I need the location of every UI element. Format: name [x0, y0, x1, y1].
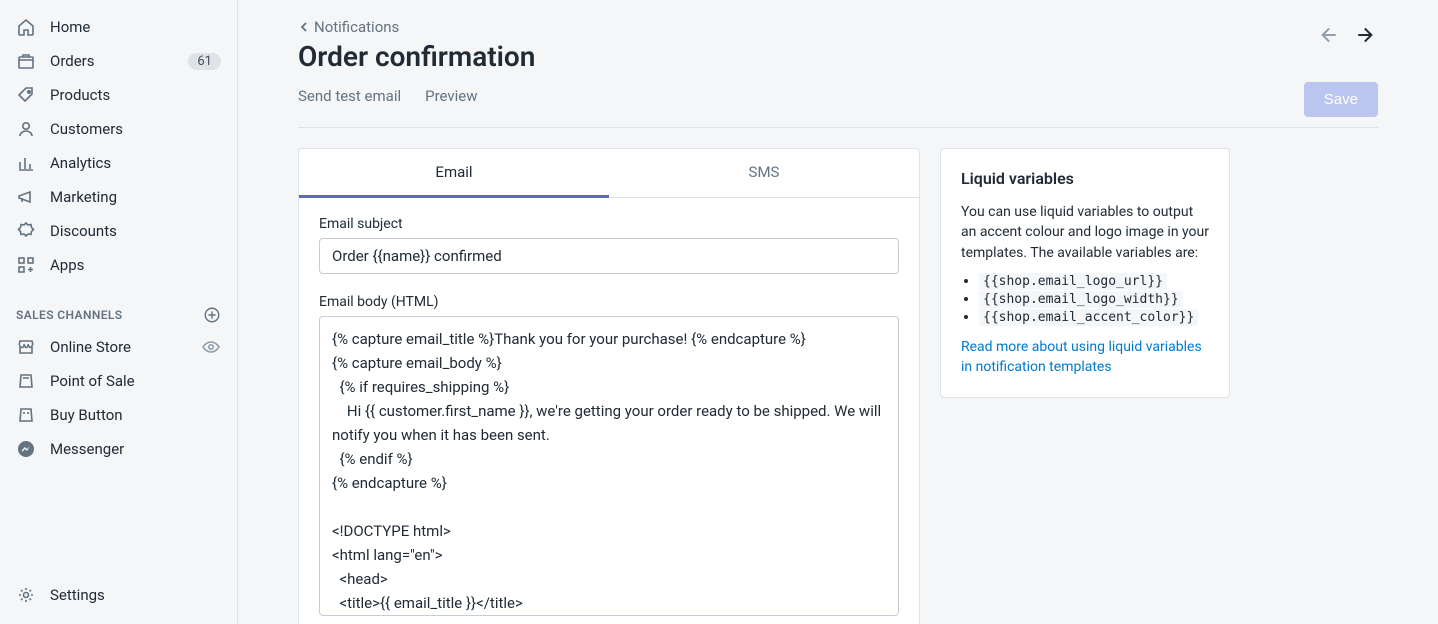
- sidebar-item-apps[interactable]: Apps: [0, 248, 237, 282]
- sidebar-item-marketing[interactable]: Marketing: [0, 180, 237, 214]
- page-title: Order confirmation: [298, 40, 1304, 73]
- sidebar-item-products[interactable]: Products: [0, 78, 237, 112]
- buy-button-icon: [16, 405, 36, 425]
- sidebar-item-label: Products: [50, 86, 221, 104]
- orders-badge: 61: [188, 53, 221, 70]
- customers-icon: [16, 119, 36, 139]
- products-icon: [16, 85, 36, 105]
- discounts-icon: [16, 221, 36, 241]
- breadcrumb[interactable]: Notifications: [298, 18, 399, 36]
- editor-card: Email SMS Email subject Email body (HTML…: [298, 148, 920, 624]
- sales-channels-header: SALES CHANNELS: [0, 298, 237, 330]
- analytics-icon: [16, 153, 36, 173]
- sidebar-item-analytics[interactable]: Analytics: [0, 146, 237, 180]
- sidebar-item-customers[interactable]: Customers: [0, 112, 237, 146]
- sidebar-item-label: Buy Button: [50, 406, 221, 424]
- save-button[interactable]: Save: [1304, 82, 1378, 117]
- sidebar-item-label: Analytics: [50, 154, 221, 172]
- liquid-desc: You can use liquid variables to output a…: [961, 202, 1209, 263]
- liquid-var-item: {{shop.email_logo_url}}: [979, 273, 1209, 289]
- sidebar: Home Orders 61 Products Customers: [0, 0, 238, 624]
- body-label: Email body (HTML): [319, 294, 899, 310]
- tab-sms[interactable]: SMS: [609, 149, 919, 197]
- primary-nav: Home Orders 61 Products Customers: [0, 10, 237, 282]
- preview-link[interactable]: Preview: [425, 87, 477, 105]
- tabs: Email SMS: [299, 149, 919, 198]
- subject-label: Email subject: [319, 216, 899, 232]
- messenger-icon: [16, 439, 36, 459]
- next-arrow[interactable]: [1356, 24, 1378, 46]
- sidebar-item-label: Online Store: [50, 338, 201, 356]
- channels-nav: Online Store Point of Sale Buy Button: [0, 330, 237, 466]
- sidebar-item-label: Apps: [50, 256, 221, 274]
- sidebar-item-label: Home: [50, 18, 221, 36]
- main-content: Notifications Order confirmation Send te…: [238, 0, 1438, 624]
- liquid-variables-card: Liquid variables You can use liquid vari…: [940, 148, 1230, 398]
- marketing-icon: [16, 187, 36, 207]
- gear-icon: [16, 585, 36, 605]
- liquid-var-item: {{shop.email_accent_color}}: [979, 309, 1209, 325]
- store-icon: [16, 337, 36, 357]
- sidebar-item-settings[interactable]: Settings: [0, 578, 237, 612]
- add-channel-icon[interactable]: [203, 306, 221, 324]
- sidebar-item-label: Point of Sale: [50, 372, 221, 390]
- tab-email[interactable]: Email: [299, 149, 609, 198]
- prev-arrow[interactable]: [1316, 24, 1338, 46]
- sidebar-item-label: Discounts: [50, 222, 221, 240]
- home-icon: [16, 17, 36, 37]
- sidebar-item-orders[interactable]: Orders 61: [0, 44, 237, 78]
- email-body-textarea[interactable]: [319, 316, 899, 616]
- sidebar-item-messenger[interactable]: Messenger: [0, 432, 237, 466]
- liquid-var-list: {{shop.email_logo_url}} {{shop.email_log…: [961, 273, 1209, 325]
- sidebar-item-home[interactable]: Home: [0, 10, 237, 44]
- sidebar-item-online-store[interactable]: Online Store: [0, 330, 237, 364]
- liquid-title: Liquid variables: [961, 169, 1209, 188]
- orders-icon: [16, 51, 36, 71]
- sidebar-item-label: Settings: [50, 586, 221, 604]
- view-store-icon[interactable]: [201, 337, 221, 357]
- sidebar-item-discounts[interactable]: Discounts: [0, 214, 237, 248]
- apps-icon: [16, 255, 36, 275]
- liquid-var-item: {{shop.email_logo_width}}: [979, 291, 1209, 307]
- sidebar-item-buy-button[interactable]: Buy Button: [0, 398, 237, 432]
- sidebar-item-label: Marketing: [50, 188, 221, 206]
- sidebar-item-label: Orders: [50, 52, 188, 70]
- chevron-left-icon: [298, 21, 310, 33]
- sidebar-item-label: Messenger: [50, 440, 221, 458]
- liquid-readmore-link[interactable]: Read more about using liquid variables i…: [961, 339, 1202, 375]
- pos-icon: [16, 371, 36, 391]
- sidebar-item-pos[interactable]: Point of Sale: [0, 364, 237, 398]
- sidebar-item-label: Customers: [50, 120, 221, 138]
- send-test-email-link[interactable]: Send test email: [298, 87, 401, 105]
- email-subject-input[interactable]: [319, 238, 899, 274]
